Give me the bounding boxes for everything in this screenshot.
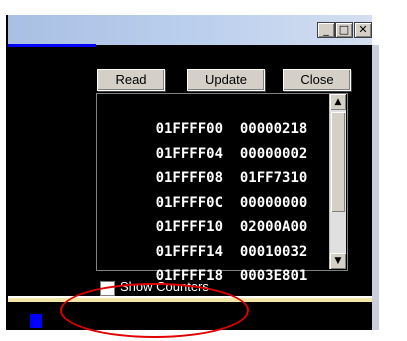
update-button[interactable]: Update (187, 69, 265, 91)
memory-row[interactable]: 01FFFF18 0003E801 (105, 243, 308, 284)
window-titlebar: _ □ ✕ (6, 15, 372, 45)
highlight-oval (60, 283, 249, 338)
memory-row[interactable]: 01FFFF14 00010032 (105, 219, 308, 260)
memory-list[interactable]: 01FFFF00 00000218 01FFFF04 00000002 01FF… (96, 93, 348, 284)
memory-row[interactable]: 01FFFF00 00000218 (105, 96, 308, 137)
memory-row[interactable]: 01FFFF0C 00000000 (105, 170, 308, 211)
blue-indicator (30, 314, 42, 328)
scroll-down-icon[interactable]: ▼ (330, 253, 346, 269)
window-right-edge (372, 45, 379, 330)
read-button[interactable]: Read (97, 69, 165, 91)
close-window-icon[interactable]: ✕ (354, 22, 372, 38)
maximize-icon[interactable]: □ (335, 22, 353, 38)
memory-row[interactable]: 01FFFF08 01FF7310 (105, 145, 308, 186)
scroll-thumb[interactable] (331, 112, 345, 212)
minimize-icon[interactable]: _ (317, 22, 335, 38)
scroll-up-icon[interactable]: ▲ (330, 94, 346, 110)
toolbar-area (6, 47, 372, 67)
memory-row[interactable]: 01FFFF04 00000002 (105, 121, 308, 162)
close-button[interactable]: Close (283, 69, 351, 91)
left-edge (6, 15, 8, 330)
memory-row[interactable]: 01FFFF10 02000A00 (105, 194, 308, 235)
list-scrollbar[interactable]: ▲ ▼ (329, 94, 346, 269)
screenshot-frame: _ □ ✕ Read Update Close 01FFFF00 0000021… (0, 0, 407, 341)
memory-value: 0003E801 (239, 268, 308, 284)
